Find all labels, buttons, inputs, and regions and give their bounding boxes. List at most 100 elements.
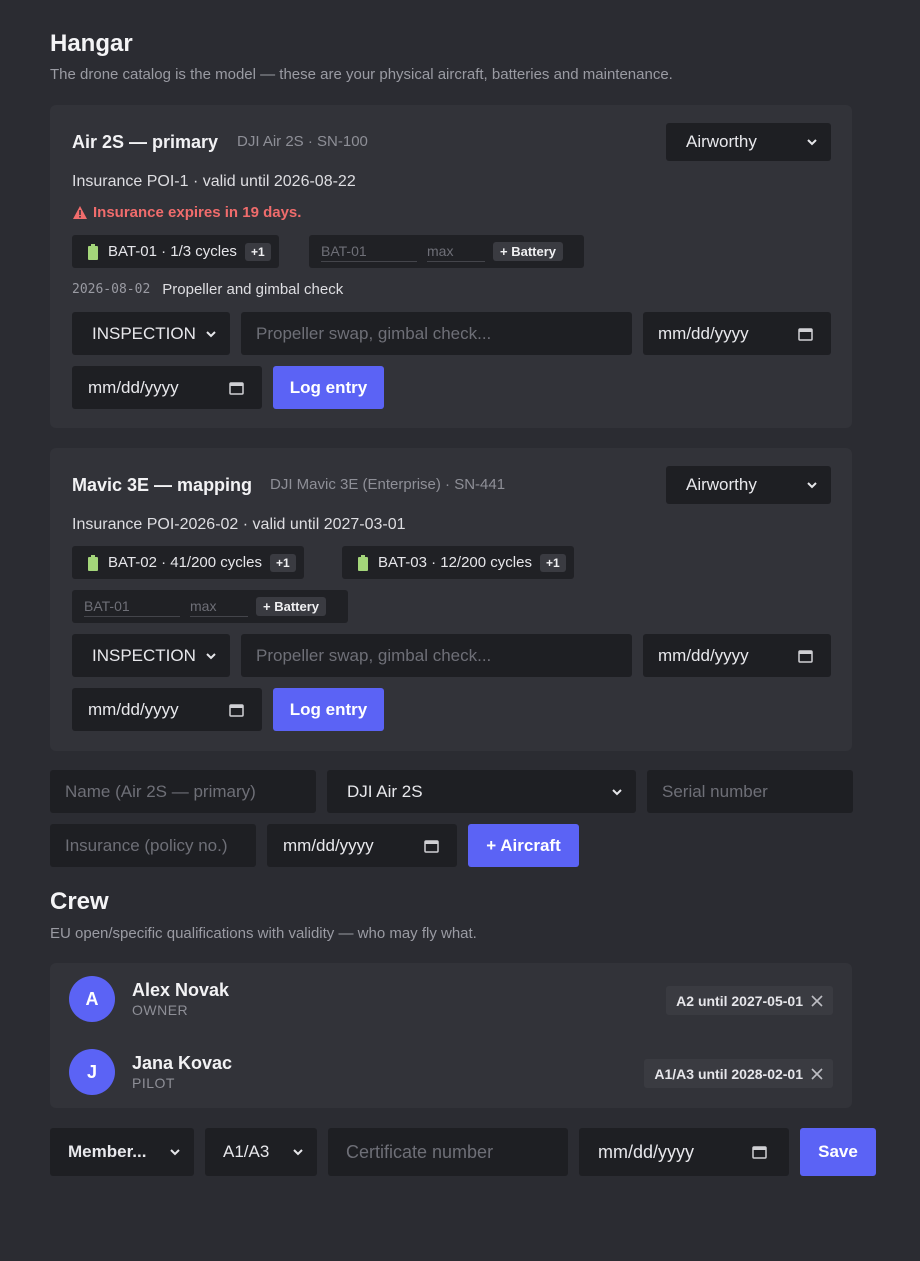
qualification-text: A1/A3 until 2028-02-01 <box>654 1065 803 1082</box>
log-entry-button[interactable]: Log entry <box>273 688 384 731</box>
aircraft-model-value: DJI Air 2S <box>347 781 423 801</box>
battery-cycle-increment-button[interactable]: +1 <box>539 553 566 572</box>
battery-icon <box>358 554 368 571</box>
add-aircraft-button[interactable]: + Aircraft <box>468 824 579 867</box>
avatar: A <box>69 976 115 1022</box>
insurance-policy-placeholder: Insurance (policy no.) <box>65 835 228 855</box>
certificate-number-placeholder: Certificate number <box>346 1141 494 1162</box>
entry-date-value: mm/dd/yyyy <box>658 645 749 665</box>
entry-due-date-input[interactable]: mm/dd/yyyy <box>72 366 262 409</box>
crew-member: A <box>69 976 115 1022</box>
battery-chip: BAT-01 · 1/3 cycles +1 <box>72 235 279 268</box>
entry-due-date-input[interactable]: mm/dd/yyyy <box>72 688 262 731</box>
entry-date-value: mm/dd/yyyy <box>658 323 749 343</box>
add-battery-button[interactable]: + Battery <box>493 242 563 261</box>
crew-member: J <box>69 1049 115 1095</box>
crew-list: A Alex Novak OWNER A2 until 2027-05-01 J… <box>50 963 852 1108</box>
battery-max-input[interactable]: max <box>427 241 485 262</box>
entry-note-placeholder: Propeller swap, gimbal check... <box>256 645 492 665</box>
member-name: Alex Novak <box>132 980 230 1000</box>
entry-type-select[interactable]: INSPECTION <box>72 312 230 355</box>
battery-max-input[interactable]: max <box>190 596 248 617</box>
entry-type-select[interactable]: INSPECTION <box>72 634 230 677</box>
battery-id-input[interactable]: BAT-01 <box>84 596 180 617</box>
hangar-subtitle: The drone catalog is the model — these a… <box>50 66 673 83</box>
chevron-down-icon <box>612 788 622 795</box>
entry-note-input[interactable]: Propeller swap, gimbal check... <box>241 312 632 355</box>
avatar: J <box>69 1049 115 1095</box>
member-name: Jana Kovac <box>132 1053 233 1073</box>
entry-date-input[interactable]: mm/dd/yyyy <box>643 312 831 355</box>
aircraft-name-input[interactable]: Name (Air 2S — primary) <box>50 770 316 813</box>
aircraft-card: Air 2S — primary DJI Air 2S · SN-100 Air… <box>50 105 852 428</box>
status-value: Airworthy <box>686 132 757 151</box>
warning-text: Insurance expires in 19 days. <box>93 204 302 221</box>
log-entry: 2026-08-02 Propeller and gimbal check <box>72 281 343 298</box>
save-button[interactable]: Save <box>800 1128 876 1176</box>
log-text: Propeller and gimbal check <box>162 281 344 298</box>
status-select[interactable]: Airworthy <box>666 466 831 504</box>
certificate-date-input[interactable]: mm/dd/yyyy <box>579 1128 789 1176</box>
calendar-icon <box>798 327 813 341</box>
warning-icon <box>73 206 87 219</box>
chevron-down-icon <box>206 330 216 337</box>
battery-cycle-increment-button[interactable]: +1 <box>269 553 296 572</box>
log-entry-button[interactable]: Log entry <box>273 366 384 409</box>
calendar-icon <box>229 703 244 717</box>
insurance-policy-input[interactable]: Insurance (policy no.) <box>50 824 256 867</box>
member-role: OWNER <box>132 1002 189 1018</box>
entry-date-input[interactable]: mm/dd/yyyy <box>643 634 831 677</box>
status-select[interactable]: Airworthy <box>666 123 831 161</box>
category-select[interactable]: A1/A3 <box>205 1128 317 1176</box>
qualification-badge: A2 until 2027-05-01 <box>666 986 833 1015</box>
chevron-down-icon <box>293 1149 303 1156</box>
calendar-icon <box>424 839 439 853</box>
battery-label: BAT-02 · 41/200 cycles <box>108 554 262 571</box>
calendar-icon <box>798 649 813 663</box>
battery-chip: BAT-02 · 41/200 cycles +1 <box>72 546 304 579</box>
insurance-info: Insurance POI-2026-02 · valid until 2027… <box>72 516 406 533</box>
member-select[interactable]: Member... <box>50 1128 194 1176</box>
insurance-info: Insurance POI-1 · valid until 2026-08-22 <box>72 173 356 190</box>
hangar-title: Hangar <box>50 30 133 57</box>
calendar-icon <box>229 381 244 395</box>
close-icon[interactable] <box>811 1067 823 1080</box>
insurance-warning: Insurance expires in 19 days. <box>72 204 301 221</box>
entry-due-date-value: mm/dd/yyyy <box>88 699 179 719</box>
battery-icon <box>88 554 98 571</box>
entry-type-value: INSPECTION <box>92 645 196 665</box>
certificate-number-input[interactable]: Certificate number <box>328 1128 568 1176</box>
add-battery-form: BAT-01 max + Battery <box>72 590 348 623</box>
chevron-down-icon <box>206 652 216 659</box>
log-date: 2026-08-02 <box>72 282 151 297</box>
battery-label: BAT-03 · 12/200 cycles <box>378 554 532 571</box>
entry-type-value: INSPECTION <box>92 323 196 343</box>
aircraft-name-placeholder: Name (Air 2S — primary) <box>65 781 256 801</box>
add-battery-form: BAT-01 max + Battery <box>309 235 584 268</box>
member-value: Member... <box>68 1142 147 1161</box>
category-value: A1/A3 <box>223 1142 270 1161</box>
chevron-down-icon <box>807 139 817 146</box>
entry-note-input[interactable]: Propeller swap, gimbal check... <box>241 634 632 677</box>
battery-chip: BAT-03 · 12/200 cycles +1 <box>342 546 574 579</box>
close-icon[interactable] <box>811 994 823 1007</box>
crew-subtitle: EU open/specific qualifications with val… <box>50 925 477 942</box>
calendar-icon <box>752 1146 767 1159</box>
add-battery-button[interactable]: + Battery <box>256 597 326 616</box>
aircraft-model-select[interactable]: DJI Air 2S <box>327 770 636 813</box>
aircraft-name: Air 2S — primary <box>72 132 219 152</box>
aircraft-name: Mavic 3E — mapping <box>72 475 253 495</box>
serial-number-input[interactable]: Serial number <box>647 770 853 813</box>
battery-id-input[interactable]: BAT-01 <box>321 241 417 262</box>
entry-note-placeholder: Propeller swap, gimbal check... <box>256 323 492 343</box>
battery-icon <box>88 243 98 260</box>
aircraft-model-serial: DJI Mavic 3E (Enterprise) · SN-441 <box>270 476 506 493</box>
entry-due-date-value: mm/dd/yyyy <box>88 377 179 397</box>
crew-title: Crew <box>50 888 109 915</box>
qualification-text: A2 until 2027-05-01 <box>676 992 803 1009</box>
battery-label: BAT-01 · 1/3 cycles <box>108 243 237 260</box>
insurance-date-input[interactable]: mm/dd/yyyy <box>267 824 457 867</box>
chevron-down-icon <box>807 482 817 489</box>
aircraft-card: Mavic 3E — mapping DJI Mavic 3E (Enterpr… <box>50 448 852 751</box>
battery-cycle-increment-button[interactable]: +1 <box>244 242 271 261</box>
